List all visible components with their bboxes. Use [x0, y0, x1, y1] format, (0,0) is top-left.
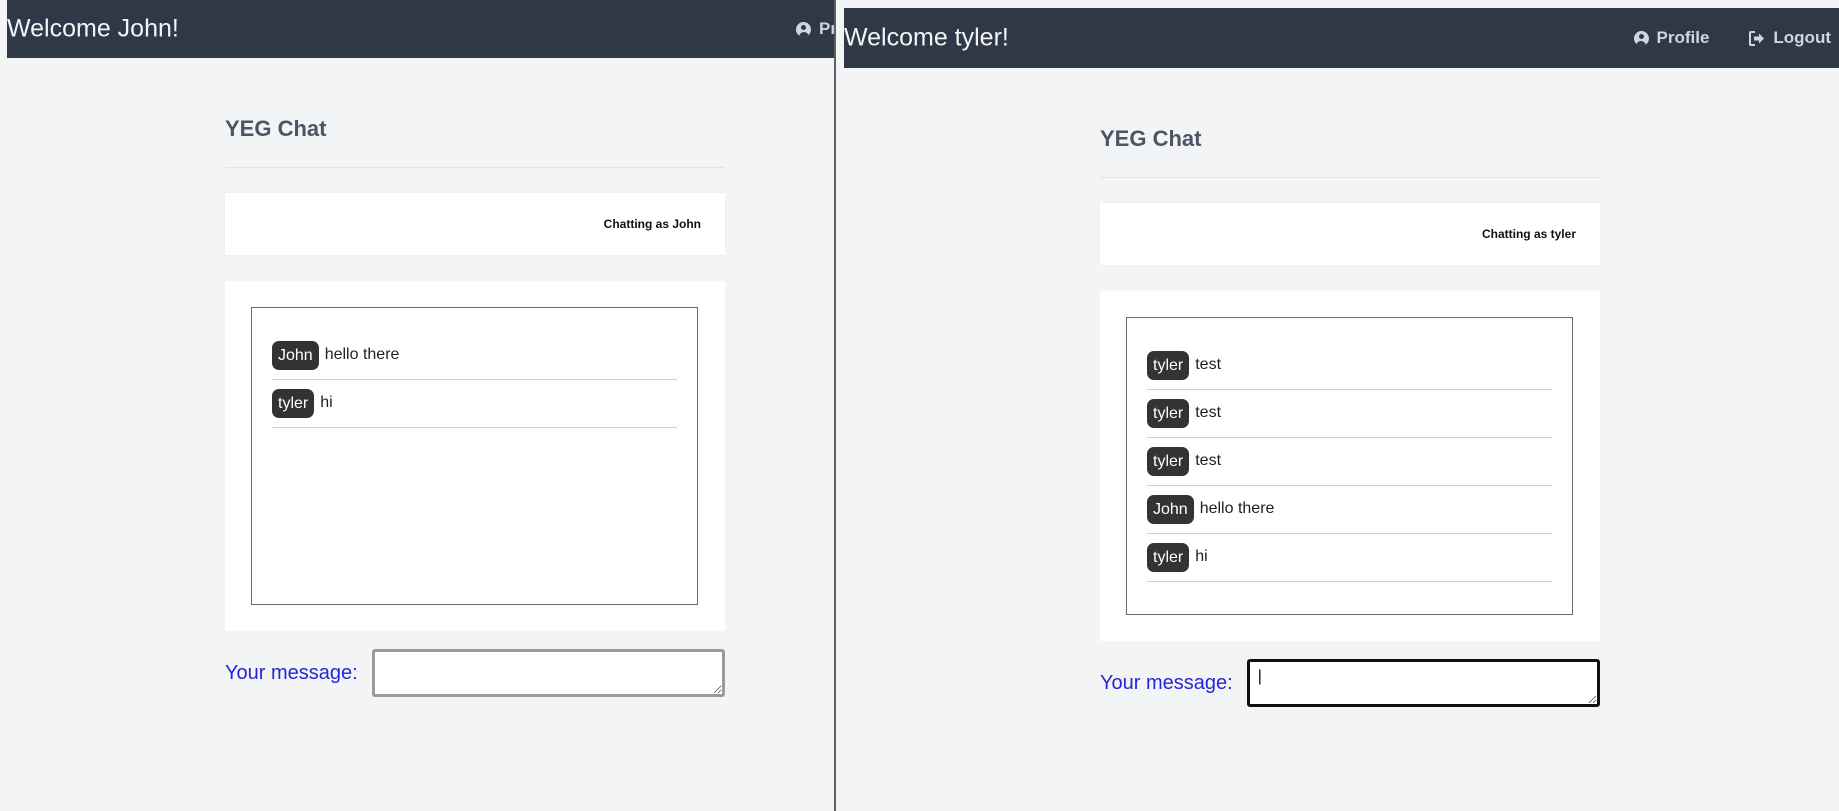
- message-user-badge: tyler: [1147, 446, 1190, 476]
- nav-links: Profile Logout: [1633, 28, 1831, 48]
- message-input[interactable]: |: [1246, 659, 1600, 707]
- message-text: hi: [320, 394, 333, 411]
- welcome-title: Welcome John!: [7, 14, 179, 43]
- left-browser-window: Welcome John! Pr YEG Chat Chatting as Jo…: [0, 0, 834, 811]
- chat-title: YEG Chat: [225, 116, 327, 141]
- message-user-badge: John: [1147, 494, 1194, 524]
- profile-label: Pr: [819, 19, 834, 38]
- navbar: Welcome tyler! Profile Logout: [844, 8, 1839, 68]
- message-row: tyler hi: [272, 381, 677, 428]
- message-text: test: [1195, 452, 1222, 469]
- status-card: Chatting as tyler: [1100, 203, 1600, 265]
- message-input[interactable]: [371, 649, 725, 697]
- messages-card: John hello there tyler hi: [225, 281, 725, 631]
- right-browser-window: Welcome tyler! Profile Logout YEG Chat C…: [834, 0, 1839, 811]
- logout-icon: [1749, 30, 1765, 46]
- messages-card: tyler test tyler test tyler test John he…: [1100, 291, 1600, 641]
- message-user-badge: tyler: [1147, 542, 1190, 572]
- user-circle-icon: [796, 21, 811, 37]
- message-user-badge: John: [272, 340, 319, 370]
- message-row: John hello there: [272, 333, 677, 380]
- profile-link[interactable]: Pr: [796, 19, 834, 39]
- status-card: Chatting as John: [225, 193, 725, 255]
- message-row: tyler test: [1147, 343, 1552, 390]
- message-row: tyler test: [1147, 391, 1552, 438]
- logout-link[interactable]: Logout: [1749, 28, 1831, 48]
- profile-link[interactable]: Profile: [1633, 28, 1710, 48]
- chatting-as-text: Chatting as John: [603, 217, 701, 231]
- compose-area: Your message:: [225, 647, 725, 699]
- logout-label: Logout: [1773, 28, 1831, 47]
- message-row: tyler hi: [1147, 535, 1552, 582]
- welcome-title: Welcome tyler!: [844, 23, 1009, 52]
- chat-container: YEG Chat Chatting as tyler tyler test ty…: [1100, 122, 1600, 709]
- chat-container: YEG Chat Chatting as John John hello the…: [225, 112, 725, 699]
- message-text: hi: [1195, 548, 1208, 565]
- chatting-as-text: Chatting as tyler: [1481, 227, 1576, 241]
- message-user-badge: tyler: [272, 388, 315, 418]
- nav-links: Pr: [796, 19, 834, 39]
- user-circle-icon: [1633, 30, 1649, 46]
- compose-area: Your message: |: [1100, 657, 1600, 709]
- messages-box[interactable]: John hello there tyler hi: [251, 307, 698, 605]
- messages-box[interactable]: tyler test tyler test tyler test John he…: [1126, 317, 1573, 615]
- message-label: Your message:: [1100, 671, 1233, 694]
- message-text: hello there: [1199, 500, 1275, 517]
- screen: Welcome John! Pr YEG Chat Chatting as Jo…: [0, 0, 1839, 811]
- message-user-badge: tyler: [1147, 398, 1190, 428]
- message-label: Your message:: [225, 661, 358, 684]
- divider: [1100, 177, 1600, 178]
- message-user-badge: tyler: [1147, 350, 1190, 380]
- navbar: Welcome John! Pr: [7, 0, 834, 58]
- message-row: tyler test: [1147, 439, 1552, 486]
- divider: [225, 167, 725, 168]
- chat-title: YEG Chat: [1100, 126, 1202, 151]
- message-text: hello there: [324, 346, 400, 363]
- message-text: test: [1195, 404, 1222, 421]
- message-row: John hello there: [1147, 487, 1552, 534]
- message-text: test: [1195, 356, 1222, 373]
- profile-label: Profile: [1656, 28, 1710, 47]
